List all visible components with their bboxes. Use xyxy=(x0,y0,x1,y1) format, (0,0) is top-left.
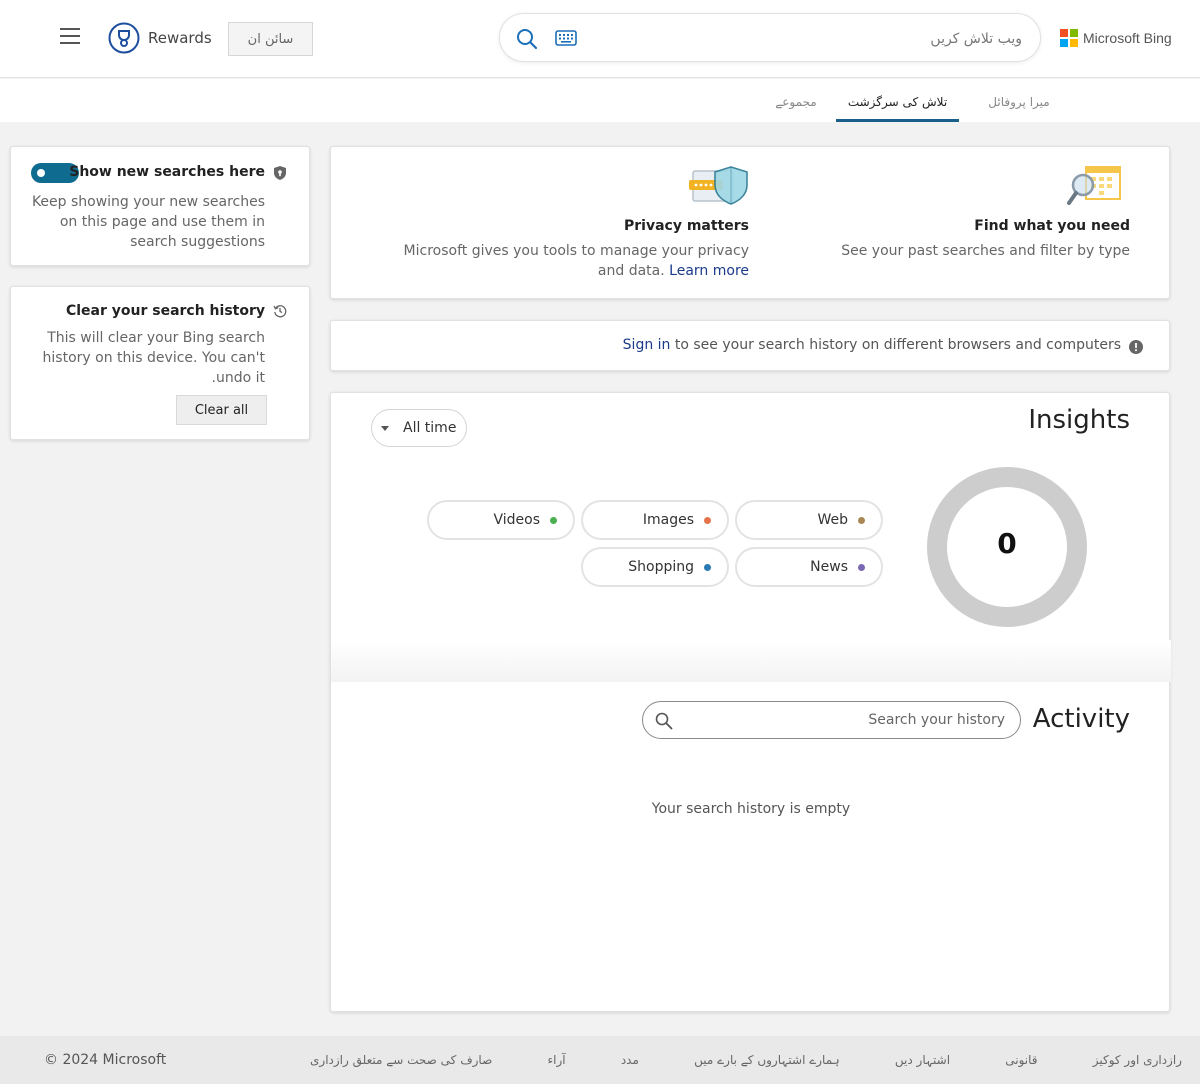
show-searches-card: Show new searches here Keep showing your… xyxy=(10,146,310,266)
pill-label: News xyxy=(810,559,848,575)
brand-name: Microsoft Bing xyxy=(1083,30,1172,46)
magnifier-calendar-icon xyxy=(1067,166,1121,205)
shield-icon xyxy=(274,166,286,180)
insights-total: 0 xyxy=(997,527,1017,560)
rewards-button[interactable]: Rewards xyxy=(108,22,212,54)
search-icon[interactable] xyxy=(516,28,538,50)
videos-dot-icon xyxy=(550,516,557,524)
tab-my-profile[interactable]: میرا پروفائل xyxy=(975,95,1063,122)
profile-tabs: میرا پروفائل تلاش کی سرگزشت مجموعے xyxy=(0,79,1200,122)
footer-link-privacy-cookies[interactable]: رازداری اور کوکیز xyxy=(1093,1053,1182,1067)
features-card: Find what you need See your past searche… xyxy=(330,146,1170,299)
insights-activity-card: Insights All time Web Images Videos News… xyxy=(330,392,1171,1012)
news-dot-icon xyxy=(858,563,865,571)
learn-more-link[interactable]: Learn more xyxy=(669,263,749,279)
info-icon xyxy=(1129,340,1143,354)
clear-history-title: Clear your search history xyxy=(65,303,265,319)
filter-pill-web[interactable]: Web xyxy=(735,500,883,540)
web-dot-icon xyxy=(858,516,865,524)
footer-link-about-ads[interactable]: ہمارے اشتہاروں کے بارے میں xyxy=(694,1053,840,1067)
footer-link-feedback[interactable]: آراء xyxy=(548,1053,566,1067)
pill-label: Shopping xyxy=(628,559,694,575)
tab-collections[interactable]: مجموعے xyxy=(772,95,820,122)
find-title: Find what you need xyxy=(974,218,1130,234)
tab-search-history[interactable]: تلاش کی سرگزشت xyxy=(836,95,959,122)
sign-in-banner-text: Sign in to see your search history on di… xyxy=(623,337,1121,353)
top-header: Rewards سائن ان Microsoft Bing xyxy=(0,0,1200,78)
footer-link-advertise[interactable]: اشتہار دیں xyxy=(895,1053,950,1067)
history-icon xyxy=(273,305,287,318)
rewards-label: Rewards xyxy=(148,29,212,47)
shopping-dot-icon xyxy=(704,563,711,571)
show-searches-text: Keep showing your new searches on this p… xyxy=(31,194,265,250)
sign-in-link[interactable]: Sign in xyxy=(623,337,671,353)
pill-label: Videos xyxy=(493,512,540,528)
activity-title: Activity xyxy=(1032,704,1130,734)
history-search-input[interactable] xyxy=(683,710,1005,730)
insights-title: Insights xyxy=(1028,405,1130,435)
privacy-shield-icon xyxy=(689,166,748,205)
images-dot-icon xyxy=(704,516,711,524)
section-divider xyxy=(331,640,1171,682)
pill-label: Web xyxy=(817,512,848,528)
filter-pill-news[interactable]: News xyxy=(735,547,883,587)
clear-history-text: This will clear your Bing search history… xyxy=(42,330,265,386)
footer-link-legal[interactable]: قانونی xyxy=(1005,1053,1037,1067)
filter-pill-images[interactable]: Images xyxy=(581,500,729,540)
sign-in-button[interactable]: سائن ان xyxy=(228,22,313,56)
web-search-input[interactable] xyxy=(590,26,1022,52)
show-searches-title: Show new searches here xyxy=(69,164,265,180)
filter-pill-shopping[interactable]: Shopping xyxy=(581,547,729,587)
time-filter-label: All time xyxy=(403,420,457,436)
clear-all-button[interactable]: Clear all xyxy=(176,395,267,425)
footer-link-health-privacy[interactable]: صارف کی صحت سے متعلق رازداری xyxy=(310,1053,492,1067)
microsoft-logo-icon xyxy=(1060,29,1078,47)
find-text: See your past searches and filter by typ… xyxy=(841,243,1130,259)
footer: © 2024 Microsoft رازداری اور کوکیز قانون… xyxy=(0,1036,1200,1084)
dropdown-caret-icon xyxy=(381,425,389,431)
sign-in-banner: Sign in to see your search history on di… xyxy=(330,320,1170,371)
web-search-box xyxy=(499,13,1041,62)
privacy-text-block: Microsoft gives you tools to manage your… xyxy=(389,241,749,281)
microsoft-bing-logo[interactable]: Microsoft Bing xyxy=(1060,29,1172,47)
privacy-title: Privacy matters xyxy=(624,218,749,234)
time-filter-dropdown[interactable]: All time xyxy=(371,409,467,447)
empty-history-message: Your search history is empty xyxy=(651,801,851,817)
history-search-box xyxy=(642,701,1021,739)
pill-label: Images xyxy=(642,512,694,528)
trophy-icon xyxy=(108,22,140,54)
copyright: © 2024 Microsoft xyxy=(44,1052,167,1068)
keyboard-icon[interactable] xyxy=(555,30,577,46)
footer-links: رازداری اور کوکیز قانونی اشتہار دیں ہمار… xyxy=(310,1053,1182,1067)
clear-history-card: Clear your search history This will clea… xyxy=(10,286,310,440)
search-icon xyxy=(655,712,673,730)
sign-in-message: to see your search history on different … xyxy=(674,337,1121,353)
footer-link-help[interactable]: مدد xyxy=(621,1053,639,1067)
hamburger-menu-icon[interactable] xyxy=(58,28,82,48)
filter-pill-videos[interactable]: Videos xyxy=(427,500,575,540)
